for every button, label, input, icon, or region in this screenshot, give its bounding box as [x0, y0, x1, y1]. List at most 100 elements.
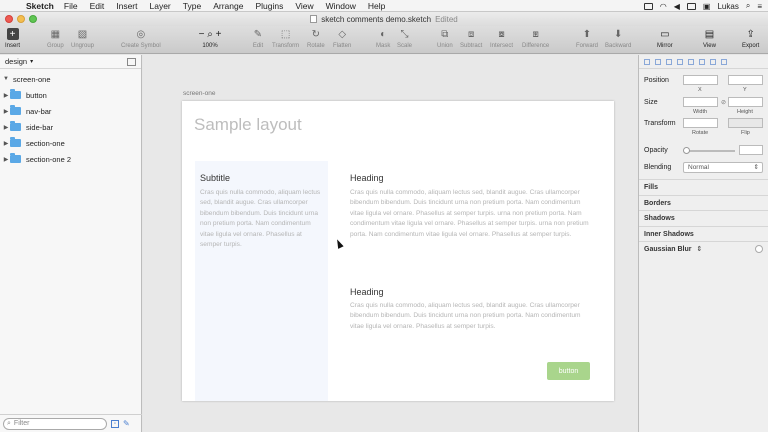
zoom-control[interactable]: − ⌕ + 100%	[192, 28, 228, 50]
mirror-button[interactable]: ▭ Mirror	[657, 28, 673, 50]
intersect-icon: ⧇	[498, 28, 505, 40]
distribute-vertical-icon[interactable]	[721, 58, 727, 65]
menu-type[interactable]: Type	[183, 1, 201, 11]
align-left-icon[interactable]	[644, 58, 650, 65]
artboard[interactable]: Sample layout Subtitle Cras quis nulla c…	[182, 101, 614, 401]
position-y-input[interactable]	[728, 75, 763, 85]
borders-section[interactable]: Borders	[639, 195, 768, 210]
distribute-horizontal-icon[interactable]	[710, 58, 716, 65]
difference-button[interactable]: ⧆ Difference	[522, 28, 549, 50]
menu-view[interactable]: View	[295, 1, 313, 11]
layer-item[interactable]: ▶ button	[0, 87, 141, 103]
position-x-input[interactable]	[683, 75, 718, 85]
disclosure-closed-icon[interactable]: ▶	[2, 92, 10, 99]
blending-select[interactable]: Normal ⇕	[683, 162, 763, 173]
transform-button[interactable]: ⬚ Transform	[272, 28, 299, 50]
fills-section[interactable]: Fills	[639, 179, 768, 194]
flip-control[interactable]	[728, 118, 763, 128]
disclosure-closed-icon[interactable]: ▶	[2, 140, 10, 147]
menu-edit[interactable]: Edit	[90, 1, 105, 11]
screen-icon[interactable]	[643, 2, 653, 10]
pen-icon[interactable]: ✎	[123, 419, 130, 428]
inner-shadows-section[interactable]: Inner Shadows	[639, 226, 768, 241]
sidebar-text[interactable]: Cras quis nulla commodo, aliquam lectus …	[200, 188, 322, 250]
opacity-input[interactable]	[739, 145, 763, 155]
volume-icon[interactable]: ◀	[674, 2, 680, 11]
close-window-button[interactable]	[5, 15, 13, 23]
align-middle-icon[interactable]	[688, 58, 694, 65]
create-symbol-button[interactable]: ◎ Create Symbol	[121, 28, 161, 50]
layer-artboard[interactable]: ▼ screen-one	[0, 71, 141, 87]
folder-icon	[10, 137, 21, 147]
flag-icon[interactable]: ▣	[703, 2, 711, 11]
disclosure-closed-icon[interactable]: ▶	[2, 124, 10, 131]
rotate-button[interactable]: ↻ Rotate	[307, 28, 325, 50]
canvas[interactable]: screen-one Sample layout Subtitle Cras q…	[143, 55, 638, 432]
union-button[interactable]: ⧉ Union	[437, 28, 453, 50]
gaussian-blur-section[interactable]: Gaussian Blur ⇕	[639, 241, 768, 256]
align-bottom-icon[interactable]	[699, 58, 705, 65]
disclosure-open-icon[interactable]: ▼	[2, 76, 10, 82]
insert-button[interactable]: + Insert	[5, 28, 20, 49]
menu-arrange[interactable]: Arrange	[213, 1, 243, 11]
layer-item[interactable]: ▶ side-bar	[0, 119, 141, 135]
section-one-text[interactable]: Cras quis nulla commodo, aliquam lectus …	[350, 188, 594, 240]
zoom-window-button[interactable]	[29, 15, 37, 23]
menu-help[interactable]: Help	[368, 1, 385, 11]
sidebar-block[interactable]: Subtitle Cras quis nulla commodo, aliqua…	[195, 161, 328, 401]
height-input[interactable]	[728, 97, 763, 107]
section-one-heading[interactable]: Heading	[350, 173, 384, 183]
align-center-icon[interactable]	[655, 58, 661, 65]
menu-layer[interactable]: Layer	[150, 1, 171, 11]
disclosure-closed-icon[interactable]: ▶	[2, 108, 10, 115]
align-top-icon[interactable]	[677, 58, 683, 65]
menu-plugins[interactable]: Plugins	[255, 1, 283, 11]
export-button[interactable]: ⇪ Export	[742, 28, 759, 50]
ungroup-button[interactable]: ▧ Ungroup	[71, 28, 94, 50]
search-icon[interactable]: ⌕	[746, 1, 750, 11]
chevron-updown-icon[interactable]: ⇕	[696, 246, 702, 253]
blending-value: Normal	[688, 164, 709, 171]
battery-icon[interactable]	[686, 2, 696, 10]
layer-item[interactable]: ▶ section-one	[0, 135, 141, 151]
shadows-section[interactable]: Shadows	[639, 210, 768, 225]
intersect-button[interactable]: ⧇ Intersect	[490, 28, 513, 50]
subtract-button[interactable]: ⧈ Subtract	[460, 28, 482, 50]
layer-item[interactable]: ▶ nav-bar	[0, 103, 141, 119]
lock-ratio-icon[interactable]: ⊘	[721, 99, 726, 106]
rotate-input[interactable]	[683, 118, 718, 128]
edit-button[interactable]: ✎ Edit	[252, 28, 264, 50]
page-selector[interactable]: design ▾	[0, 55, 141, 69]
backward-button[interactable]: ⬇ Backward	[605, 28, 631, 50]
align-right-icon[interactable]	[666, 58, 672, 65]
slices-icon[interactable]: ▫	[111, 419, 119, 428]
mask-button[interactable]: ◐ Mask	[376, 28, 390, 50]
width-input[interactable]	[683, 97, 718, 107]
opacity-slider[interactable]	[683, 147, 735, 154]
menu-insert[interactable]: Insert	[116, 1, 137, 11]
artboard-label[interactable]: screen-one	[183, 90, 216, 97]
menu-window[interactable]: Window	[326, 1, 356, 11]
list-icon[interactable]: ≡	[757, 2, 762, 11]
minimize-window-button[interactable]	[17, 15, 25, 23]
user-name[interactable]: Lukas	[717, 2, 738, 11]
view-button[interactable]: ▤ View	[703, 28, 716, 50]
forward-button[interactable]: ⬆ Forward	[576, 28, 598, 50]
artboard-title[interactable]: Sample layout	[194, 115, 302, 135]
gaussian-blur-toggle[interactable]	[755, 245, 763, 253]
layer-item[interactable]: ▶ section-one 2	[0, 151, 141, 167]
filter-input[interactable]: ⌕ Filter	[3, 417, 107, 430]
group-button[interactable]: ▦ Group	[47, 28, 64, 50]
wifi-icon[interactable]: ◠	[660, 2, 667, 11]
section-two-heading[interactable]: Heading	[350, 287, 384, 297]
disclosure-closed-icon[interactable]: ▶	[2, 156, 10, 163]
opacity-slider-knob[interactable]	[683, 147, 690, 154]
menu-file[interactable]: File	[64, 1, 78, 11]
section-two-text[interactable]: Cras quis nulla commodo, aliquam lectus …	[350, 301, 594, 332]
sidebar-subtitle[interactable]: Subtitle	[200, 173, 230, 183]
scale-button[interactable]: ⤡ Scale	[397, 28, 412, 50]
collapse-pages-icon[interactable]	[127, 58, 136, 66]
flatten-button[interactable]: ◇ Flatten	[333, 28, 351, 50]
artboard-button[interactable]: button	[547, 362, 590, 380]
menu-app[interactable]: Sketch	[26, 1, 54, 11]
